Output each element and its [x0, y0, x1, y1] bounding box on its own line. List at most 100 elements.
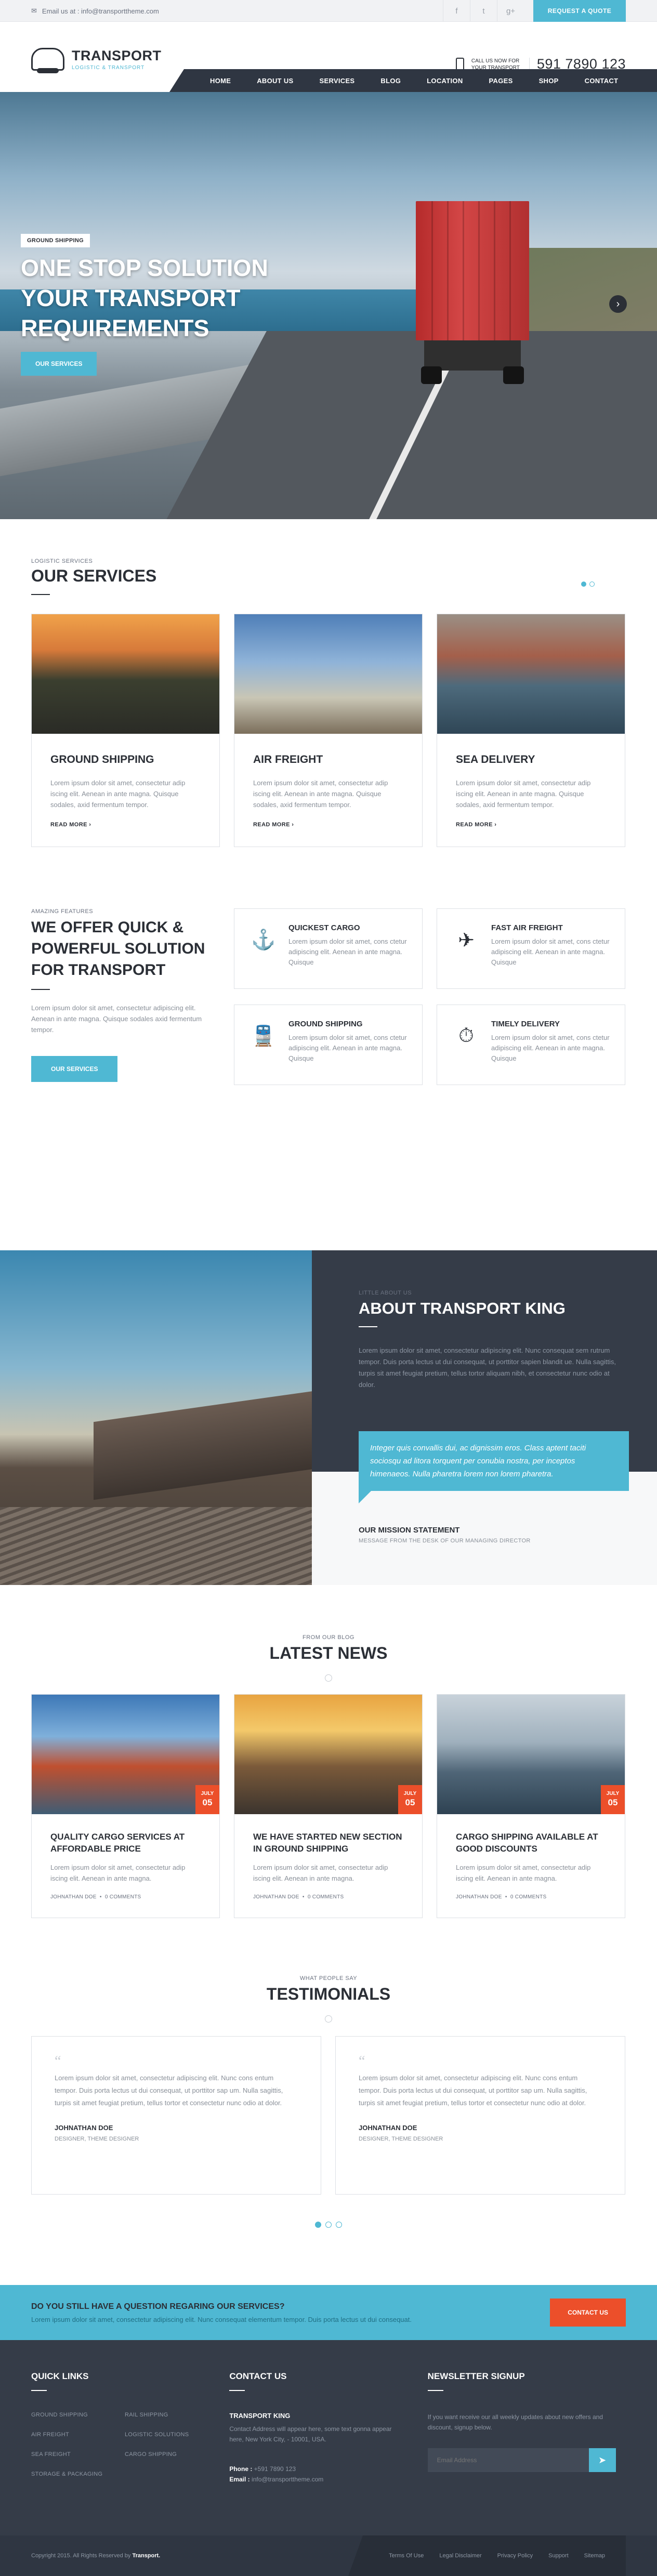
title-underline	[359, 1326, 377, 1327]
container-ship-image	[437, 614, 625, 734]
facebook-icon[interactable]: f	[443, 0, 470, 22]
nav-home[interactable]: HOME	[210, 77, 231, 85]
news-card[interactable]: JULY 05 CARGO SHIPPING AVAILABLE AT GOOD D…	[437, 1694, 625, 1918]
news-meta: JOHNATHAN DOE • 0 COMMENTS	[456, 1894, 547, 1900]
sitemap-link[interactable]: Sitemap	[584, 2553, 605, 2559]
news-title[interactable]: CARGO SHIPPING AVAILABLE AT GOOD DISCOUNT…	[456, 1831, 606, 1855]
feature-text: Lorem ipsum dolor sit amet, cons ctetur …	[491, 1034, 610, 1062]
next-slide-arrow-icon[interactable]: ›	[609, 295, 627, 313]
truck-wheel	[503, 366, 524, 384]
terms-link[interactable]: Terms Of Use	[389, 2553, 424, 2559]
request-quote-button[interactable]: REQUEST A QUOTE	[533, 0, 626, 22]
news-title[interactable]: WE HAVE STARTED NEW SECTION IN GROUND SHI…	[253, 1831, 403, 1855]
twitter-icon[interactable]: t	[470, 0, 497, 22]
truck-logo-icon	[31, 48, 64, 73]
mission-statement: OUR MISSION STATEMENT MESSAGE FROM THE D…	[359, 1526, 531, 1544]
send-icon[interactable]: ➤	[588, 2448, 616, 2472]
call-line-1: CALL US NOW FOR	[471, 58, 520, 64]
news-excerpt: Lorem ipsum dolor sit amet, consectetur …	[456, 1864, 591, 1882]
footer-link[interactable]: SEA FREIGHT	[31, 2451, 125, 2458]
news-card[interactable]: JULY 05 WE HAVE STARTED NEW SECTION IN GRO…	[234, 1694, 423, 1918]
nav-about-us[interactable]: ABOUT US	[257, 77, 293, 85]
read-more-link[interactable]: READ MORE ›	[456, 822, 606, 828]
stopwatch-icon: ⏱	[458, 1025, 474, 1047]
nav-pages[interactable]: PAGES	[489, 77, 513, 85]
testimonial-name: JOHNATHAN DOE	[55, 2124, 113, 2132]
footer-email[interactable]: Email : info@transporttheme.com	[229, 2476, 427, 2483]
title-underline	[31, 594, 50, 595]
news-meta: JOHNATHAN DOE • 0 COMMENTS	[253, 1894, 344, 1900]
carousel-dot[interactable]	[325, 2222, 332, 2228]
hero-services-button[interactable]: OUR SERVICES	[21, 352, 97, 376]
logo[interactable]: TRANSPORT LOGISTIC & TRANSPORT	[31, 48, 162, 73]
date-badge: JULY 05	[195, 1785, 219, 1814]
logo-subtitle: LOGISTIC & TRANSPORT	[72, 65, 145, 71]
feature-card: ✈ FAST AIR FREIGHT Lorem ipsum dolor sit…	[437, 908, 625, 989]
testimonial-role: DESIGNER, THEME DESIGNER	[359, 2136, 443, 2142]
features-section: AMAZING FEATURES WE OFFER QUICK & POWERF…	[31, 908, 626, 1085]
footer-link[interactable]: RAIL SHIPPING	[125, 2412, 218, 2418]
nav-contact[interactable]: CONTACT	[585, 77, 619, 85]
newsletter-title: NEWSLETTER SIGNUP	[427, 2371, 525, 2381]
carousel-dots	[581, 582, 595, 587]
footer-link[interactable]: CARGO SHIPPING	[125, 2451, 218, 2458]
nav-location[interactable]: LOCATION	[427, 77, 463, 85]
news-title[interactable]: QUALITY CARGO SERVICES AT AFFORDABLE PRIC…	[50, 1831, 201, 1855]
features-text: Lorem ipsum dolor sit amet, consectetur …	[31, 1004, 202, 1034]
feature-title: GROUND SHIPPING	[288, 1020, 363, 1028]
service-title: GROUND SHIPPING	[50, 754, 154, 765]
carousel-dot[interactable]	[589, 582, 595, 587]
date-badge: JULY 05	[398, 1785, 422, 1814]
nav-shop[interactable]: SHOP	[539, 77, 559, 85]
legal-link[interactable]: Legal Disclaimer	[439, 2553, 481, 2559]
nav-services[interactable]: SERVICES	[320, 77, 355, 85]
testimonial-dots	[31, 2222, 626, 2228]
footer-bottom-links: Terms Of Use Legal Disclaimer Privacy Po…	[348, 2535, 626, 2576]
news-excerpt: Lorem ipsum dolor sit amet, consectetur …	[253, 1864, 388, 1882]
read-more-link[interactable]: READ MORE ›	[253, 822, 403, 828]
carousel-dot[interactable]	[315, 2222, 321, 2228]
testimonial-name: JOHNATHAN DOE	[359, 2124, 417, 2132]
testimonial-text: Lorem ipsum dolor sit amet, consectetur …	[359, 2074, 587, 2107]
contact-title: CONTACT US	[229, 2371, 287, 2381]
footer-link[interactable]: LOGISTIC SOLUTIONS	[125, 2432, 218, 2438]
google-plus-icon[interactable]: g+	[497, 0, 524, 22]
footer-bottom-bar: Copyright 2015. All Rights Reserved by T…	[0, 2535, 657, 2576]
cta-banner: DO YOU STILL HAVE A QUESTION REGARING OU…	[0, 2285, 657, 2340]
read-more-link[interactable]: READ MORE ›	[50, 822, 201, 828]
services-title: OUR SERVICES	[31, 566, 157, 585]
features-services-button[interactable]: OUR SERVICES	[31, 1056, 118, 1082]
news-card[interactable]: JULY 05 QUALITY CARGO SERVICES AT AFFORDAB…	[31, 1694, 220, 1918]
services-kicker: LOGISTIC SERVICES	[31, 558, 93, 564]
about-section: LITTLE ABOUT US ABOUT TRANSPORT KING Lor…	[0, 1250, 657, 1585]
freight-train-image	[0, 1250, 312, 1585]
hero-badge: GROUND SHIPPING	[21, 234, 90, 247]
feature-card: 🚆 GROUND SHIPPING Lorem ipsum dolor sit …	[234, 1005, 423, 1085]
newsletter-email-input[interactable]	[427, 2448, 589, 2472]
support-link[interactable]: Support	[548, 2553, 569, 2559]
footer-link[interactable]: GROUND SHIPPING	[31, 2412, 125, 2418]
site-header: TRANSPORT LOGISTIC & TRANSPORT CALL US N…	[0, 22, 657, 92]
nav-blog[interactable]: BLOG	[380, 77, 401, 85]
truck-container-image	[416, 201, 529, 340]
quick-links-title: QUICK LINKS	[31, 2371, 89, 2381]
title-underline	[427, 2390, 443, 2391]
port-crane-image: JULY 05	[32, 1695, 219, 1814]
service-card: AIR FREIGHT Lorem ipsum dolor sit amet, …	[234, 614, 423, 847]
contact-us-button[interactable]: CONTACT US	[550, 2298, 626, 2327]
feature-text: Lorem ipsum dolor sit amet, cons ctetur …	[491, 937, 610, 966]
hero-title-line: ONE STOP SOLUTION	[21, 255, 268, 281]
footer-link[interactable]: AIR FREIGHT	[31, 2432, 125, 2438]
footer-link[interactable]: STORAGE & PACKAGING	[31, 2471, 125, 2477]
carousel-dot[interactable]	[581, 582, 586, 587]
carousel-dot[interactable]	[336, 2222, 342, 2228]
newsletter-text: If you want receive our all weekly updat…	[427, 2413, 603, 2431]
contact-email[interactable]: ✉ Email us at : info@transporttheme.com	[31, 7, 159, 15]
service-card: GROUND SHIPPING Lorem ipsum dolor sit am…	[31, 614, 220, 847]
title-underline	[31, 989, 50, 990]
features-title: WE OFFER QUICK & POWERFUL SOLUTION FOR T…	[31, 919, 205, 979]
company-address: Contact Address will appear here, some t…	[229, 2425, 392, 2443]
service-text: Lorem ipsum dolor sit amet, consectetur …	[253, 779, 388, 809]
feature-card: ⚓ QUICKEST CARGO Lorem ipsum dolor sit a…	[234, 908, 423, 989]
privacy-link[interactable]: Privacy Policy	[497, 2553, 533, 2559]
